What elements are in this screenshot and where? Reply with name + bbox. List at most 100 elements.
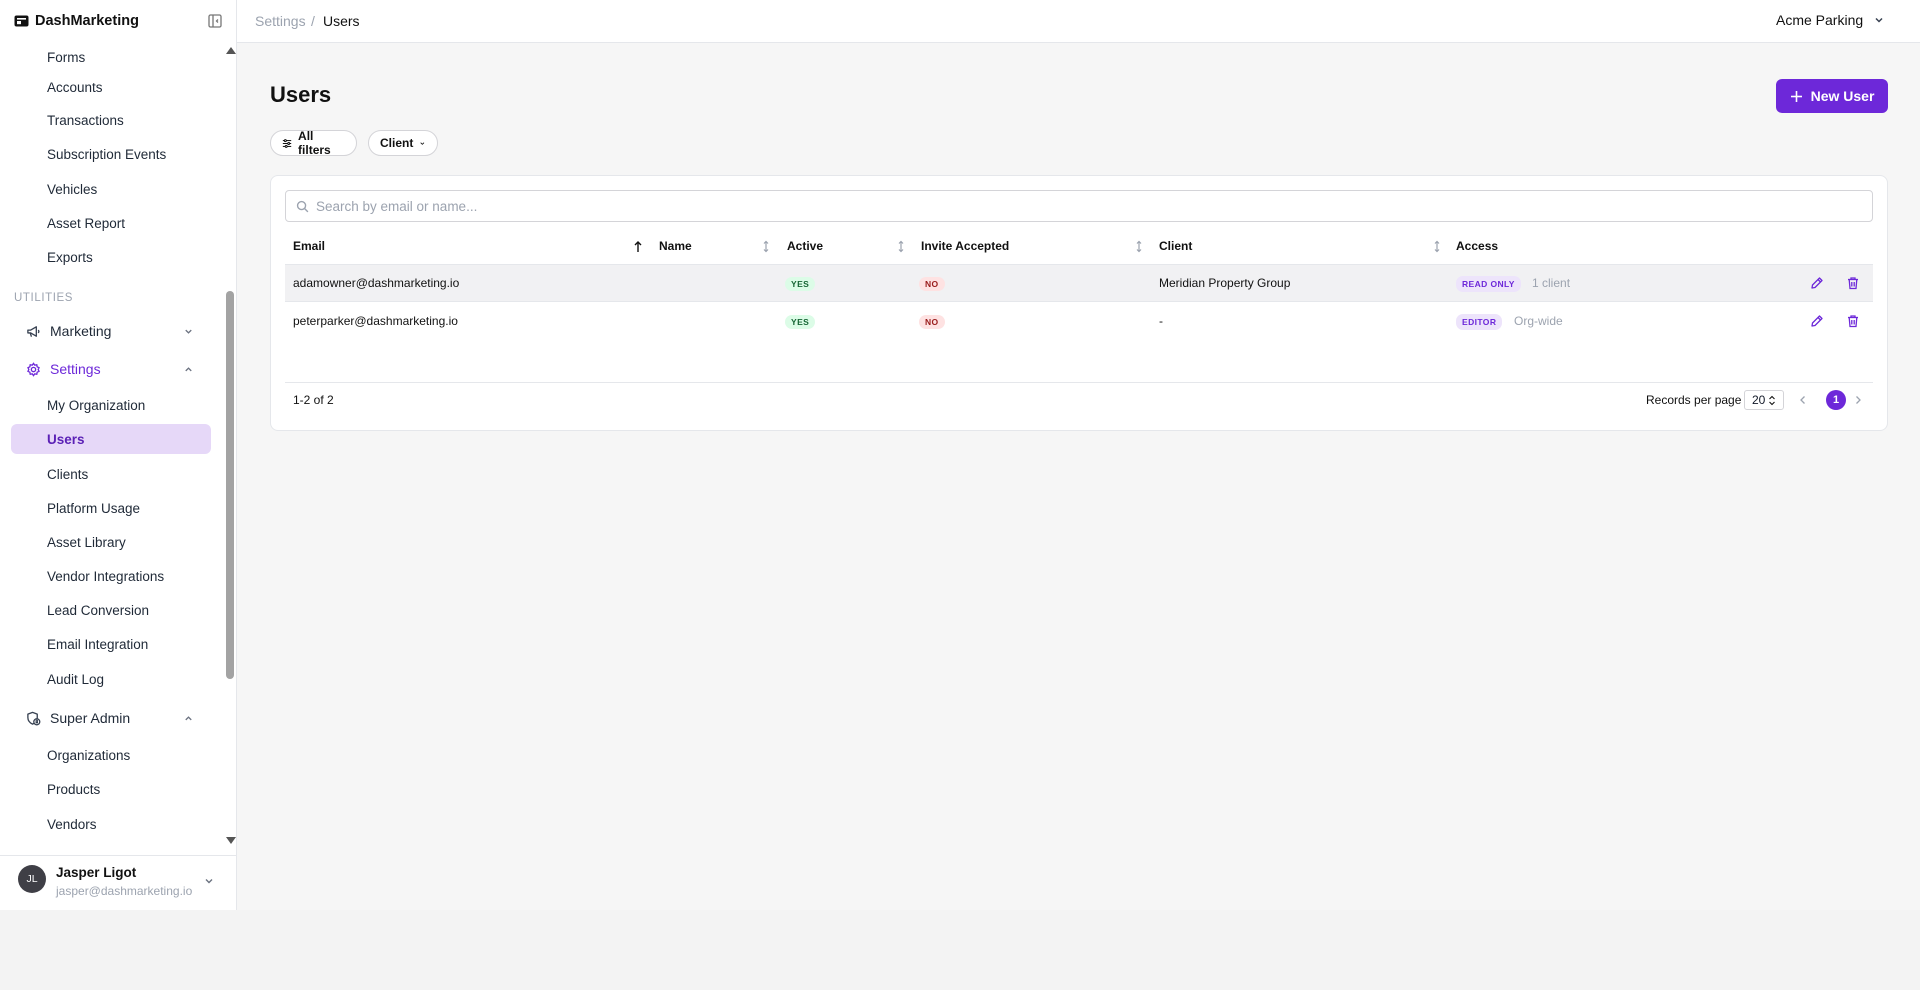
delete-trash-icon[interactable]: [1846, 314, 1860, 328]
role-badge: EDITOR: [1456, 314, 1503, 330]
records-per-page-select[interactable]: 20: [1744, 390, 1784, 410]
breadcrumb-current: Users: [323, 13, 360, 29]
cell-client: Meridian Property Group: [1159, 276, 1291, 290]
user-menu[interactable]: JL Jasper Ligot jasper@dashmarketing.io: [0, 855, 236, 910]
user-name: Jasper Ligot: [56, 865, 137, 880]
sidebar-group-label: Marketing: [50, 323, 112, 339]
sidebar-item-email-integration[interactable]: Email Integration: [11, 629, 211, 659]
all-filters-button[interactable]: All filters: [270, 129, 357, 157]
sidebar-collapse-icon[interactable]: [207, 13, 223, 29]
chevron-right-icon[interactable]: [1853, 394, 1863, 406]
megaphone-icon: [27, 326, 40, 337]
access-scope: 1 client: [1532, 276, 1571, 290]
select-updown-icon: [1769, 395, 1776, 405]
sidebar-item-transactions[interactable]: Transactions: [11, 105, 211, 135]
page-button-current[interactable]: 1: [1826, 390, 1846, 410]
sort-neutral-icon[interactable]: [896, 240, 906, 253]
sidebar-group-settings[interactable]: Settings: [11, 354, 211, 384]
active-badge: YES: [785, 315, 816, 329]
column-header-access: Access: [1456, 239, 1499, 253]
access-scope: Org-wide: [1514, 314, 1563, 328]
sort-neutral-icon[interactable]: [1134, 240, 1144, 253]
sidebar-item-vehicles[interactable]: Vehicles: [11, 174, 211, 204]
search-input[interactable]: [316, 192, 1856, 220]
breadcrumb-separator: /: [311, 13, 315, 29]
client-filter-dropdown[interactable]: Client: [368, 130, 438, 156]
edit-pencil-icon[interactable]: [1810, 276, 1824, 290]
cell-client: -: [1159, 314, 1163, 328]
section-label-utilities: UTILITIES: [14, 292, 74, 304]
sidebar-group-label: Settings: [50, 361, 101, 377]
sidebar-item-asset-report[interactable]: Asset Report: [11, 208, 211, 238]
client-filter-label: Client: [380, 136, 414, 150]
sidebar-group-label: Super Admin: [50, 710, 131, 726]
column-header-active[interactable]: Active: [787, 239, 823, 253]
sidebar-item-lead-conversion[interactable]: Lead Conversion: [11, 595, 211, 625]
gear-icon: [27, 362, 40, 377]
organization-name: Acme Parking: [1776, 12, 1864, 28]
app-window: DashMarketing Forms Accounts Transaction…: [0, 0, 1920, 910]
new-user-button[interactable]: New User: [1776, 79, 1888, 113]
sidebar-item-platform-usage[interactable]: Platform Usage: [11, 493, 211, 523]
sidebar-item-clients[interactable]: Clients: [11, 459, 211, 489]
brand[interactable]: DashMarketing: [14, 10, 139, 32]
cell-email: adamowner@dashmarketing.io: [293, 276, 460, 290]
chevron-up-icon: [185, 716, 192, 721]
table-row[interactable]: adamowner@dashmarketing.io YES NO Meridi…: [285, 265, 1873, 302]
sidebar-item-forms[interactable]: Forms: [11, 42, 211, 72]
avatar: JL: [18, 865, 46, 893]
record-count: 1-2 of 2: [293, 393, 334, 407]
search-icon: [296, 200, 309, 213]
sidebar-item-exports[interactable]: Exports: [11, 242, 211, 272]
sidebar-scrollbar[interactable]: [224, 40, 236, 848]
column-header-email[interactable]: Email: [293, 239, 325, 253]
role-badge: READ ONLY: [1456, 276, 1521, 292]
column-header-invite-accepted[interactable]: Invite Accepted: [921, 239, 1009, 253]
chevron-down-icon: [205, 879, 213, 884]
invite-badge: NO: [919, 315, 945, 329]
edit-pencil-icon[interactable]: [1810, 314, 1824, 328]
top-bar: Settings / Users Acme Parking: [237, 0, 1920, 43]
shield-lock-icon: [27, 711, 41, 726]
sidebar-item-my-organization[interactable]: My Organization: [11, 390, 211, 420]
column-header-client[interactable]: Client: [1159, 239, 1192, 253]
sidebar: DashMarketing Forms Accounts Transaction…: [0, 0, 237, 910]
window-bottom-area: [0, 910, 1920, 990]
records-per-page-value: 20: [1752, 393, 1766, 407]
chevron-down-icon: [185, 329, 192, 334]
sidebar-group-marketing[interactable]: Marketing: [11, 316, 211, 346]
filter-sliders-icon: [282, 138, 292, 148]
breadcrumb-settings[interactable]: Settings: [255, 13, 306, 29]
sidebar-item-vendor-integrations[interactable]: Vendor Integrations: [11, 561, 211, 591]
chevron-left-icon[interactable]: [1798, 394, 1808, 406]
sidebar-item-users[interactable]: Users: [11, 424, 211, 454]
sidebar-group-super-admin[interactable]: Super Admin: [11, 703, 211, 733]
cell-email: peterparker@dashmarketing.io: [293, 314, 458, 328]
sidebar-item-organizations[interactable]: Organizations: [11, 740, 211, 770]
users-table-card: Email Name Active Invite Accepted Client…: [270, 175, 1888, 431]
sidebar-item-audit-log[interactable]: Audit Log: [11, 664, 211, 694]
sidebar-item-accounts[interactable]: Accounts: [11, 72, 211, 102]
column-header-name[interactable]: Name: [659, 239, 692, 253]
sidebar-item-vendors[interactable]: Vendors: [11, 809, 211, 839]
brand-logo-icon: [14, 15, 29, 27]
table-row[interactable]: peterparker@dashmarketing.io YES NO - ED…: [285, 303, 1873, 340]
page-title: Users: [270, 82, 332, 107]
sidebar-item-products[interactable]: Products: [11, 774, 211, 804]
organization-switcher[interactable]: Acme Parking: [1776, 12, 1885, 28]
delete-trash-icon[interactable]: [1846, 276, 1860, 290]
sidebar-item-subscription-events[interactable]: Subscription Events: [11, 139, 211, 169]
search-box[interactable]: [285, 190, 1873, 222]
scrollbar-thumb[interactable]: [226, 291, 234, 679]
sort-ascending-icon[interactable]: [633, 240, 643, 253]
sidebar-item-asset-library[interactable]: Asset Library: [11, 527, 211, 557]
plus-icon: [1790, 90, 1802, 102]
all-filters-label: All filters: [298, 129, 331, 157]
sort-neutral-icon[interactable]: [761, 240, 771, 253]
scroll-down-arrow-icon[interactable]: [226, 837, 236, 844]
sort-neutral-icon[interactable]: [1432, 240, 1442, 253]
brand-name: DashMarketing: [35, 13, 139, 29]
chevron-up-icon: [185, 367, 192, 372]
scroll-up-arrow-icon[interactable]: [226, 47, 236, 54]
records-per-page-label: Records per page: [1646, 393, 1742, 407]
